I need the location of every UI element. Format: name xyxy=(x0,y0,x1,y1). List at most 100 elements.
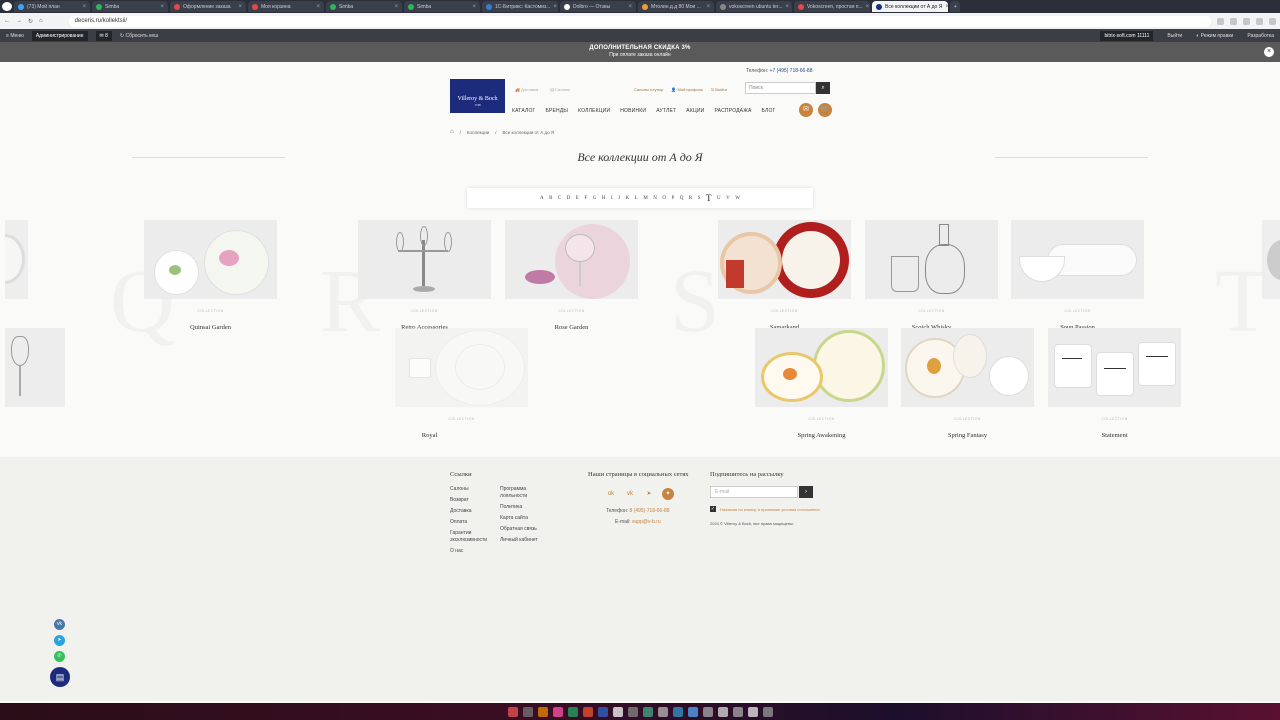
alphabet-letter[interactable]: Q xyxy=(680,196,684,201)
browser-tab[interactable]: Vokoscreen, простая п... × xyxy=(794,1,870,12)
collection-image[interactable] xyxy=(865,220,998,299)
alphabet-letter[interactable]: U xyxy=(717,196,721,201)
browser-tab[interactable]: Все коллекции от А до Я × xyxy=(872,1,948,12)
collection-image[interactable] xyxy=(395,328,528,407)
collection-card[interactable]: COLLECTION Spring Fantasy xyxy=(901,328,1034,439)
alphabet-letter[interactable]: P xyxy=(672,196,675,201)
alphabet-letter[interactable]: G xyxy=(593,196,597,201)
collection-image-partial[interactable] xyxy=(5,328,65,407)
taskbar-app-icon[interactable] xyxy=(642,706,653,717)
collection-image[interactable] xyxy=(144,220,277,299)
breadcrumb-collections[interactable]: Коллекции xyxy=(467,130,489,135)
url-input[interactable]: deceris.ru/kollektsii/ xyxy=(68,15,1211,27)
admin-panel-button[interactable]: Администрирование xyxy=(31,30,88,41)
forward-icon[interactable]: → xyxy=(16,18,22,24)
close-tab-icon[interactable]: × xyxy=(866,4,870,10)
footer-link[interactable]: Политика xyxy=(500,504,544,511)
close-tab-icon[interactable]: × xyxy=(160,4,164,10)
collection-card[interactable]: COLLECTION Soup Passion xyxy=(1011,220,1144,331)
cart-icon[interactable]: 🛒 xyxy=(818,103,832,117)
newsletter-email-input[interactable]: E-mail xyxy=(710,486,798,498)
taskbar-app-icon[interactable] xyxy=(762,706,773,717)
home-icon[interactable]: ⌂ xyxy=(39,18,43,24)
chat-icon[interactable]: ▤ xyxy=(50,667,70,687)
alphabet-letter[interactable]: I xyxy=(611,196,613,201)
nav-item[interactable]: РАСПРОДАЖА xyxy=(714,108,751,114)
nav-item[interactable]: КАТАЛОГ xyxy=(512,108,535,114)
collection-card[interactable]: COLLECTION Statement xyxy=(1048,328,1181,439)
back-icon[interactable]: ← xyxy=(4,18,10,24)
profile-link[interactable]: 👤 Мой профиль xyxy=(671,87,703,92)
alphabet-letter[interactable]: N xyxy=(653,196,657,201)
nav-item[interactable]: АУТЛЕТ xyxy=(656,108,676,114)
close-tab-icon[interactable]: × xyxy=(945,4,948,10)
alphabet-letter[interactable]: D xyxy=(567,196,571,201)
close-tab-icon[interactable]: × xyxy=(553,4,557,10)
browser-tab[interactable]: (73) Мой план × xyxy=(14,1,90,12)
alphabet-letter[interactable]: A xyxy=(540,196,544,201)
newsletter-submit-button[interactable]: › xyxy=(799,486,813,498)
footer-link[interactable]: Гарантии эксклюзивности xyxy=(450,530,494,544)
whatsapp-float-icon[interactable]: ✆ xyxy=(54,651,65,662)
collection-image[interactable] xyxy=(358,220,491,299)
alphabet-letter[interactable]: K xyxy=(626,196,630,201)
alphabet-letter[interactable]: M xyxy=(643,196,647,201)
taskbar-app-icon[interactable] xyxy=(552,706,563,717)
close-tab-icon[interactable]: × xyxy=(628,4,632,10)
footer-link[interactable]: Программа лояльности xyxy=(500,486,544,500)
taskbar-app-icon[interactable] xyxy=(687,706,698,717)
salons-link[interactable]: ▤ Салоны xyxy=(550,87,570,92)
collection-card[interactable]: COLLECTION Rose Garden xyxy=(505,220,638,331)
alphabet-letter[interactable]: C xyxy=(558,196,561,201)
extension-icon[interactable] xyxy=(1230,17,1237,25)
odnoklassniki-icon[interactable]: ok xyxy=(605,488,617,500)
alphabet-letter[interactable]: V xyxy=(726,196,730,201)
collection-image[interactable] xyxy=(755,328,888,407)
collection-image[interactable] xyxy=(901,328,1034,407)
collection-card[interactable]: COLLECTION Retro Accessories xyxy=(358,220,491,331)
close-tab-icon[interactable]: × xyxy=(394,4,398,10)
nav-item[interactable]: КОЛЛЕКЦИИ xyxy=(578,108,610,114)
taskbar-app-icon[interactable] xyxy=(612,706,623,717)
telegram-icon[interactable]: ➤ xyxy=(643,488,655,500)
close-tab-icon[interactable]: × xyxy=(706,4,710,10)
close-tab-icon[interactable]: × xyxy=(238,4,242,10)
edit-mode-toggle[interactable]: ◐ Режим правки xyxy=(1196,33,1233,39)
zen-icon[interactable]: ✦ xyxy=(662,488,674,500)
extension-icon[interactable] xyxy=(1243,17,1250,25)
footer-link[interactable]: Личный кабинет xyxy=(500,537,544,544)
collection-card[interactable]: COLLECTION Quinsai Garden xyxy=(144,220,277,331)
footer-link[interactable]: Оплата xyxy=(450,519,494,526)
taskbar-app-icon[interactable] xyxy=(597,706,608,717)
taskbar-app-icon[interactable] xyxy=(522,706,533,717)
search-icon[interactable]: ⌕ xyxy=(816,82,830,94)
collection-image[interactable] xyxy=(718,220,851,299)
taskbar-app-icon[interactable] xyxy=(702,706,713,717)
consent-checkbox[interactable]: ✓ xyxy=(710,506,716,512)
alphabet-letter[interactable]: L xyxy=(635,196,638,201)
vk-icon[interactable]: vk xyxy=(624,488,636,500)
collection-image[interactable] xyxy=(1048,328,1181,407)
nav-item[interactable]: НОВИНКИ xyxy=(620,108,646,114)
close-icon[interactable]: × xyxy=(1264,47,1274,57)
taskbar-app-icon[interactable] xyxy=(657,706,668,717)
browser-tab[interactable]: 1С-Битрикс: Кастомиз... × xyxy=(482,1,558,12)
footer-link[interactable]: Возврат xyxy=(450,497,494,504)
collection-card[interactable]: COLLECTION Royal xyxy=(395,328,528,439)
extension-icon[interactable] xyxy=(1256,17,1263,25)
browser-tab[interactable]: Simba × xyxy=(92,1,168,12)
logo[interactable]: Villeroy & Boch 1748 xyxy=(450,79,505,113)
taskbar-app-icon[interactable] xyxy=(672,706,683,717)
browser-tab[interactable]: Dolbro — Отзвы × xyxy=(560,1,636,12)
footer-link[interactable]: Салоны xyxy=(450,486,494,493)
telegram-float-icon[interactable]: ➤ xyxy=(54,635,65,646)
nav-item[interactable]: АКЦИИ xyxy=(686,108,704,114)
admin-count-badge[interactable]: ✉ 8 xyxy=(95,30,112,41)
taskbar-app-icon[interactable] xyxy=(537,706,548,717)
taskbar-app-icon[interactable] xyxy=(747,706,758,717)
alphabet-letter[interactable]: F xyxy=(584,196,587,201)
footer-link[interactable]: О нас xyxy=(450,548,494,555)
taskbar-app-icon[interactable] xyxy=(732,706,743,717)
alphabet-letter[interactable]: T xyxy=(706,193,712,203)
collection-name[interactable]: Spring Fantasy xyxy=(901,432,1034,439)
